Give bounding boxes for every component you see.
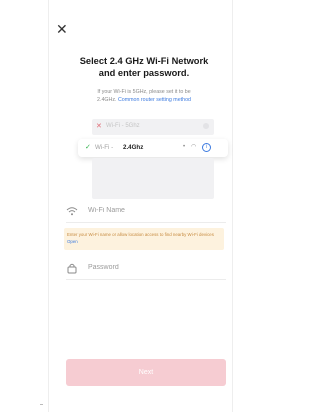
wifi-icon [66,205,78,217]
wifi-name-field [66,201,226,221]
notice-open-link[interactable]: Open [67,239,78,244]
location-notice: Enter your Wi-Fi name or allow location … [64,228,224,250]
page-edge-left [48,0,49,412]
lock-icon [66,262,78,274]
password-input[interactable] [88,261,222,274]
check-icon: ✓ [85,144,91,151]
frequency-hint: If your Wi-Fi is 5GHz, please set it to … [64,88,224,104]
next-button[interactable]: Next [66,359,226,386]
hint-line-1: If your Wi-Fi is 5GHz, please set it to … [97,89,191,95]
page-edge-right [232,0,233,412]
corner-mark [40,404,43,405]
network-placeholder-row [92,183,214,199]
network-band: 2.4Ghz [123,144,144,151]
title-line-2: and enter password. [98,68,190,78]
wifi-name-input[interactable] [88,204,222,217]
password-divider [66,279,226,280]
hint-line-2-prefix: 2.4GHz. [97,97,117,103]
wifi-name-divider [66,222,226,223]
network-prefix: Wi-Fi - [95,144,114,151]
router-setting-link[interactable]: Common router setting method [118,97,191,103]
hint-line-2: 2.4GHz. Common router setting method [64,96,224,104]
info-icon: i [202,143,211,152]
lock-placeholder-icon [203,123,209,129]
wifi-signal-icon: ◠ [191,144,197,150]
close-icon[interactable]: ✕ [56,22,68,36]
network-5ghz-name: Wi-Fi - 5Ghz [106,123,140,129]
page-title: Select 2.4 GHz Wi-Fi Network and enter p… [62,55,226,79]
network-item-2-4ghz: ✓ Wi-Fi - 2.4Ghz • ◠ i [78,139,228,157]
x-icon: ✕ [96,123,102,130]
title-line-1: Select 2.4 GHz Wi-Fi Network [79,56,209,66]
lock-icon: • [183,144,186,150]
network-item-5ghz: ✕ Wi-Fi - 5Ghz [92,119,214,135]
password-field [66,258,226,278]
notice-text: Enter your Wi-Fi name or allow location … [67,232,214,237]
